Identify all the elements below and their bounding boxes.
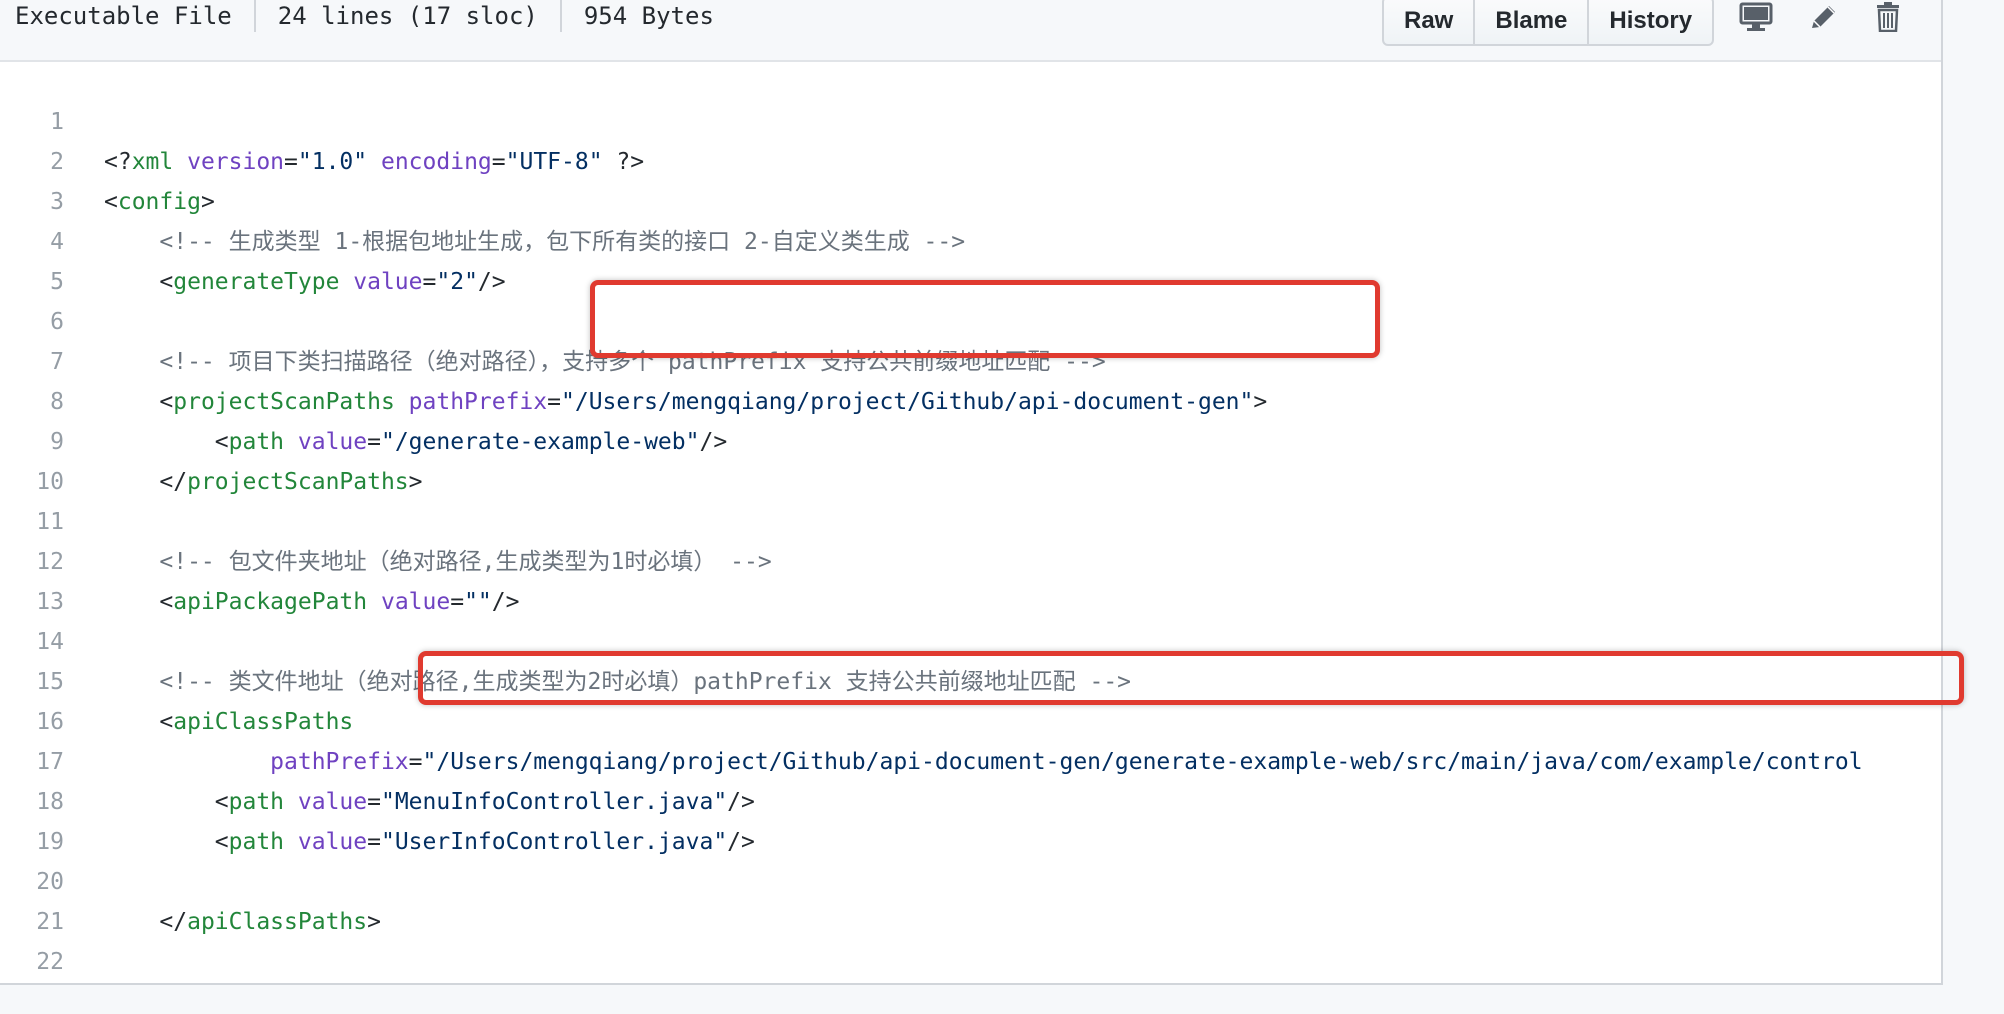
file-header: Executable File 24 lines (17 sloc) 954 B… bbox=[0, 0, 1941, 62]
code-line: 17 <path value="MenuInfoController.java"… bbox=[0, 702, 1941, 815]
pencil-icon[interactable] bbox=[1806, 2, 1840, 32]
divider bbox=[559, 0, 562, 32]
history-button[interactable]: History bbox=[1589, 0, 1712, 44]
divider bbox=[253, 0, 256, 32]
code-line: 12 <apiPackagePath value=""/> bbox=[0, 502, 1941, 615]
trash-icon[interactable] bbox=[1871, 2, 1905, 33]
code-line: 6 <!-- 项目下类扫描路径（绝对路径），支持多个 pathPrefix 支持… bbox=[0, 262, 1941, 375]
code-line: 8 <path value="/generate-example-web"/> bbox=[0, 342, 1941, 455]
line-count: 24 lines (17 sloc) bbox=[277, 2, 538, 30]
code-line: 7 <projectScanPaths pathPrefix="/Users/m… bbox=[0, 302, 1941, 415]
code-line: 18 <path value="UserInfoController.java"… bbox=[0, 742, 1941, 855]
code-line: 5 bbox=[0, 222, 1941, 295]
code-line: 21 bbox=[0, 862, 1941, 935]
code-line: 20 </apiClassPaths> bbox=[0, 822, 1941, 935]
file-viewer: Executable File 24 lines (17 sloc) 954 B… bbox=[0, 0, 1943, 985]
code-line: 14 <!-- 类文件地址（绝对路径,生成类型为2时必填）pathPrefix … bbox=[0, 582, 1941, 695]
code-view: 1 <?xml version="1.0" encoding="UTF-8" ?… bbox=[0, 62, 1941, 982]
file-type: Executable File bbox=[15, 2, 232, 30]
line-number[interactable]: 23 bbox=[0, 982, 64, 983]
code-line: 9 </projectScanPaths> bbox=[0, 382, 1941, 495]
code-line: 15 <apiClassPaths bbox=[0, 622, 1941, 735]
code-line: 13 bbox=[0, 542, 1941, 615]
code-line: 22 bbox=[0, 902, 1941, 975]
file-size: 954 Bytes bbox=[583, 2, 714, 30]
code-line: 4 <generateType value="2"/> bbox=[0, 182, 1941, 295]
code-line: 19 bbox=[0, 782, 1941, 855]
code-line: 3 <!-- 生成类型 1-根据包地址生成，包下所有类的接口 2-自定义类生成 … bbox=[0, 142, 1941, 255]
code-line: 16 pathPrefix="/Users/mengqiang/project/… bbox=[0, 662, 1941, 775]
code-line: 11 <!-- 包文件夹地址（绝对路径,生成类型为1时必填） --> bbox=[0, 462, 1941, 575]
code-line: 2 <config> bbox=[0, 102, 1941, 215]
code-line: 10 bbox=[0, 422, 1941, 495]
file-info: Executable File 24 lines (17 sloc) 954 B… bbox=[15, 0, 714, 32]
desktop-icon[interactable] bbox=[1739, 2, 1773, 32]
code-line: 23 </config> bbox=[0, 942, 1941, 982]
file-actions-button-group: Raw Blame History bbox=[1382, 0, 1715, 46]
raw-button[interactable]: Raw bbox=[1384, 0, 1476, 44]
code-line: 1 <?xml version="1.0" encoding="UTF-8" ?… bbox=[0, 62, 1941, 175]
blame-button[interactable]: Blame bbox=[1475, 0, 1590, 44]
